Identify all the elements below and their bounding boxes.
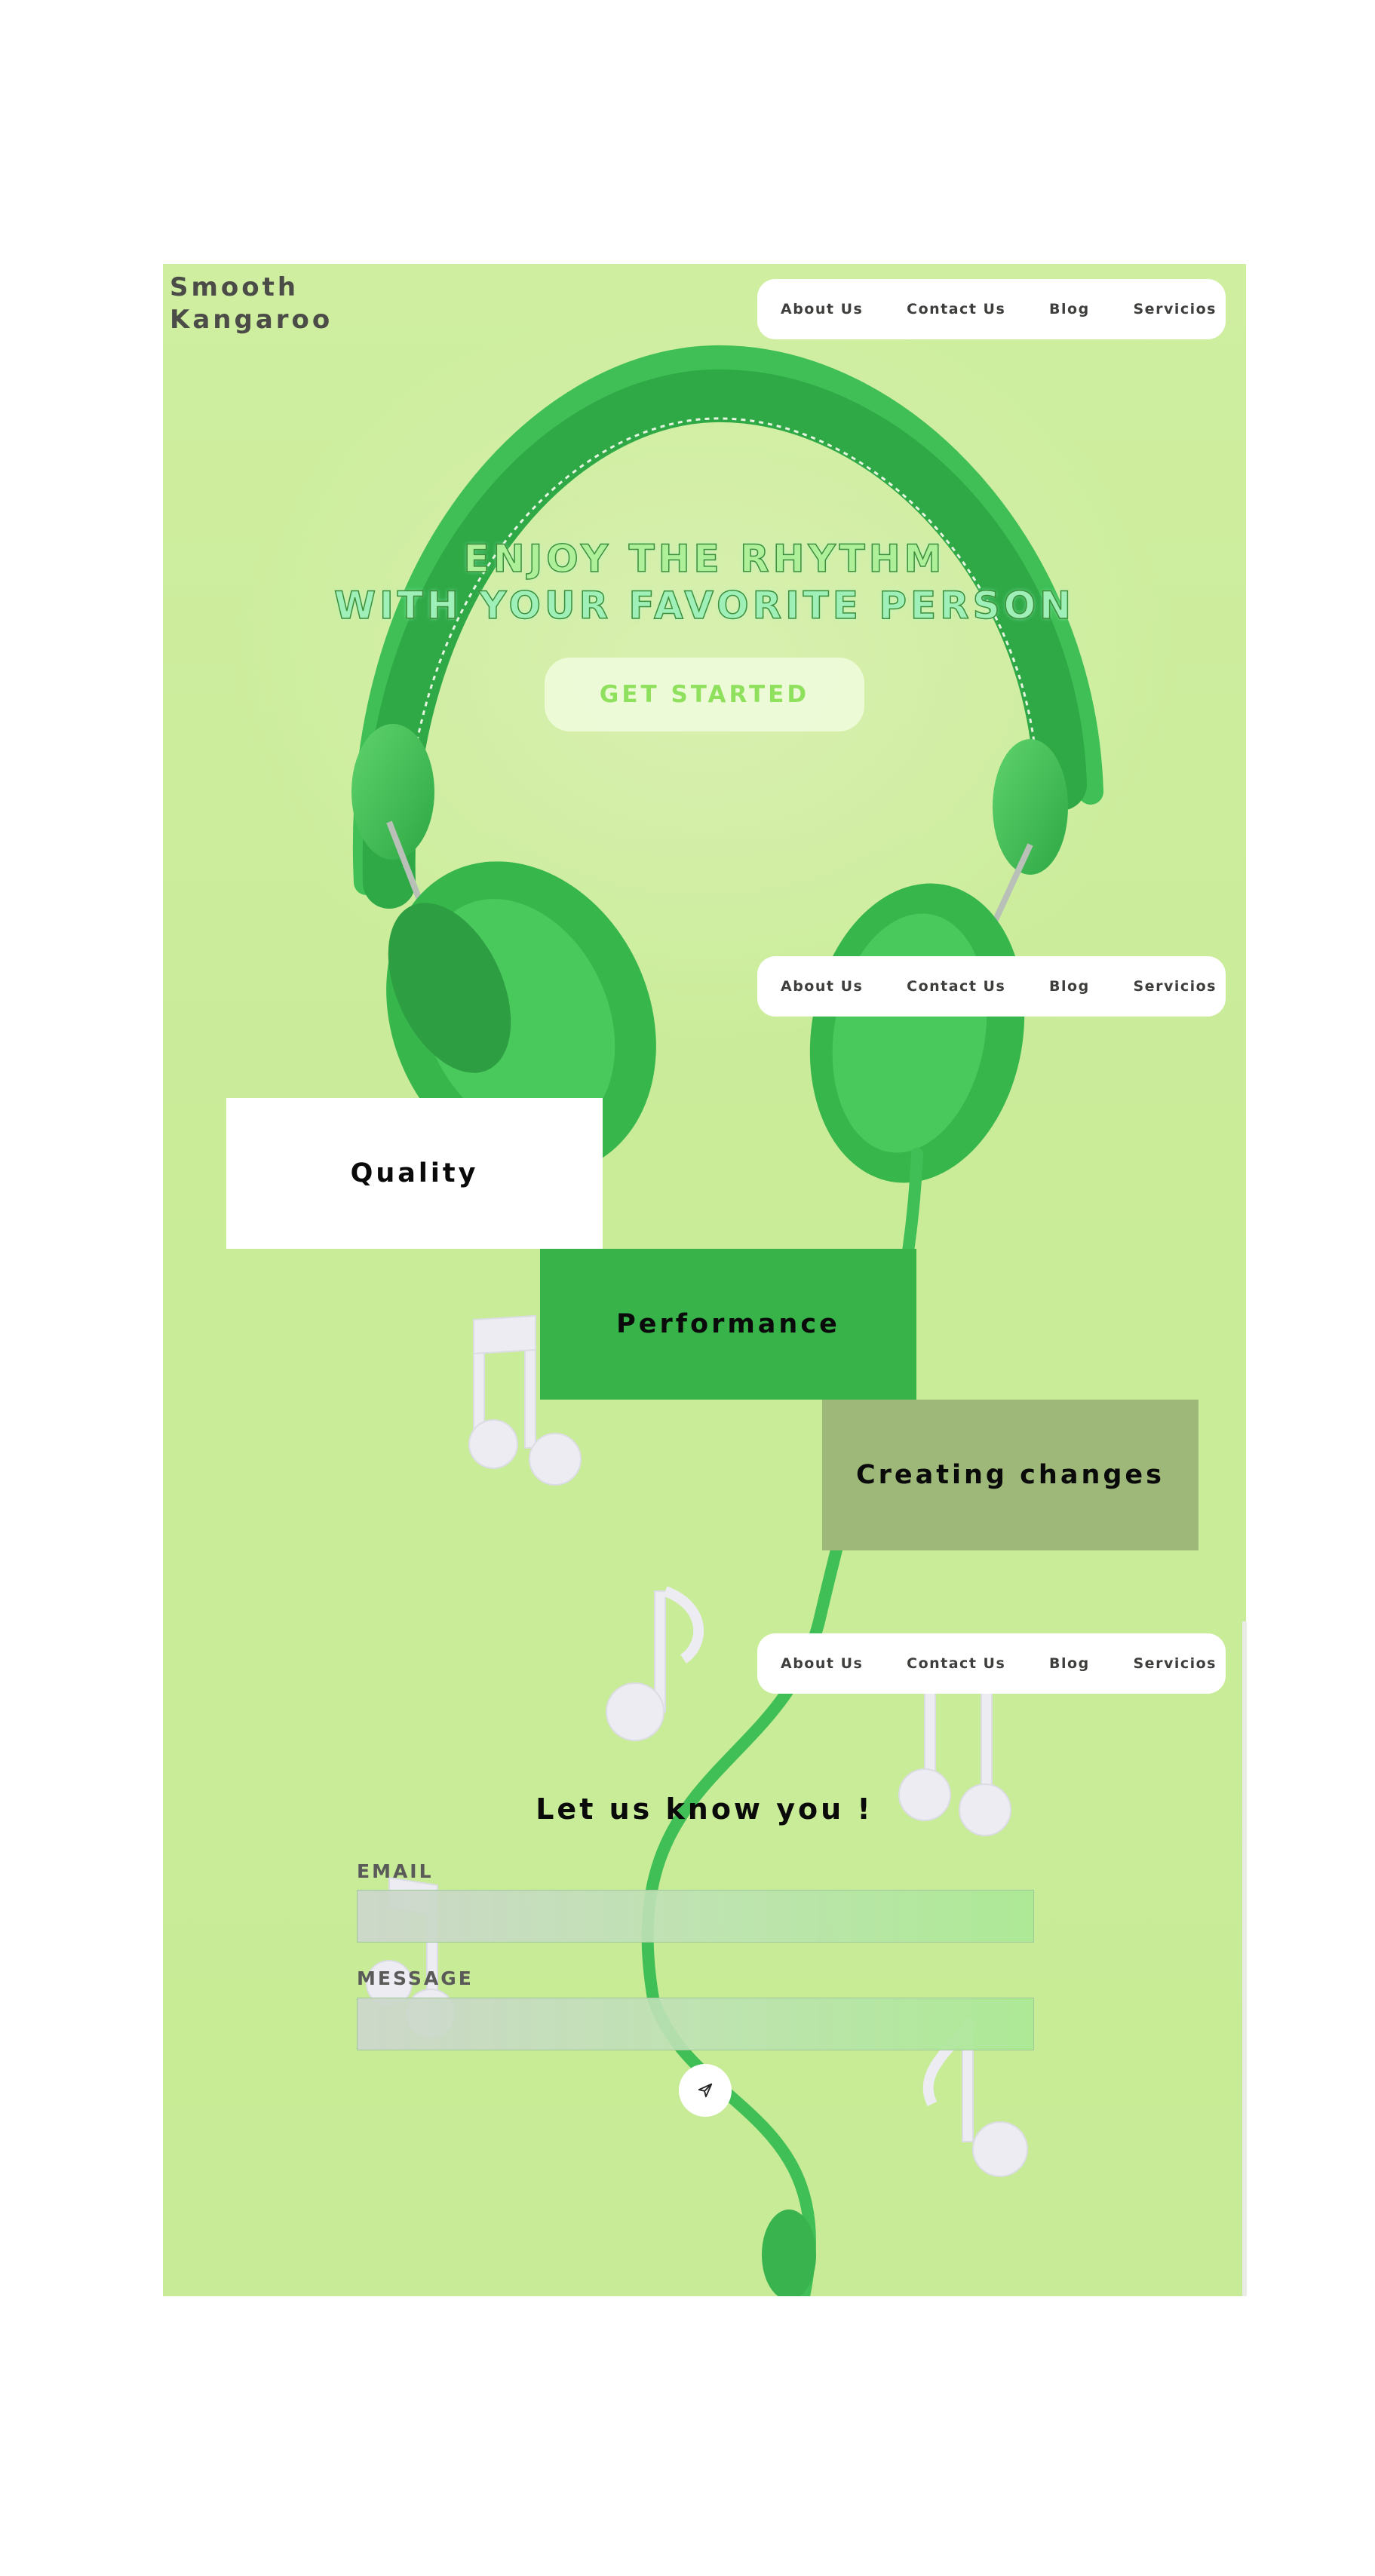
nav-blog[interactable]: Blog — [1049, 978, 1090, 995]
brand-line-2: Kangaroo — [170, 305, 333, 335]
email-field[interactable] — [357, 1890, 1034, 1943]
music-note-icon — [606, 1586, 704, 1741]
page-canvas: Smooth Kangaroo About Us Contact Us Blog… — [163, 264, 1246, 2296]
contact-nav: About Us Contact Us Blog Servicios — [757, 1633, 1226, 1694]
message-label: MESSAGE — [357, 1967, 474, 1989]
cable-plug — [762, 2210, 816, 2296]
get-started-button[interactable]: GET STARTED — [545, 658, 864, 731]
nav-contact-us[interactable]: Contact Us — [907, 978, 1005, 995]
send-icon — [698, 2083, 713, 2098]
nav-blog[interactable]: Blog — [1049, 1655, 1090, 1672]
feature-creating-changes: Creating changes — [822, 1400, 1199, 1550]
brand-logo[interactable]: Smooth Kangaroo — [170, 271, 333, 336]
nav-contact-us[interactable]: Contact Us — [907, 1655, 1005, 1672]
nav-about-us[interactable]: About Us — [781, 301, 863, 317]
brand-line-1: Smooth — [170, 272, 299, 302]
nav-blog[interactable]: Blog — [1049, 301, 1090, 317]
nav-about-us[interactable]: About Us — [781, 1655, 863, 1672]
feature-quality: Quality — [226, 1098, 603, 1249]
features-nav: About Us Contact Us Blog Servicios — [757, 956, 1226, 1017]
nav-servicios[interactable]: Servicios — [1134, 978, 1217, 995]
hero-title-line-2: WITH YOUR FAVORITE PERSON — [333, 583, 1076, 628]
message-field[interactable] — [357, 1998, 1034, 2050]
send-button[interactable] — [679, 2064, 732, 2117]
hero-title: ENJOY THE RHYTHM WITH YOUR FAVORITE PERS… — [163, 535, 1246, 629]
email-label: EMAIL — [357, 1860, 434, 1882]
nav-contact-us[interactable]: Contact Us — [907, 301, 1005, 317]
nav-about-us[interactable]: About Us — [781, 978, 863, 995]
nav-servicios[interactable]: Servicios — [1134, 301, 1217, 317]
hero-title-line-1: ENJOY THE RHYTHM — [463, 536, 946, 581]
contact-title: Let us know you ! — [536, 1792, 873, 1826]
top-nav: About Us Contact Us Blog Servicios — [757, 279, 1226, 339]
nav-servicios[interactable]: Servicios — [1134, 1655, 1217, 1672]
page-edge-divider — [1242, 1621, 1247, 2296]
feature-performance: Performance — [540, 1249, 916, 1400]
